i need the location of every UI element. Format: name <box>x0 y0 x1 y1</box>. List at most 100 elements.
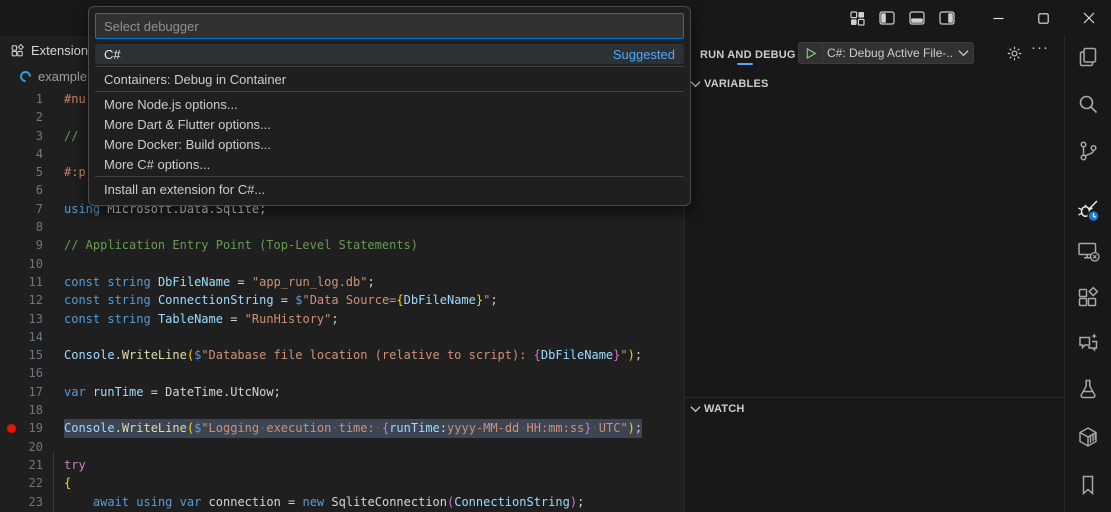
chevron-down-icon <box>690 81 701 88</box>
line-number[interactable]: 16 <box>0 364 43 382</box>
toggle-panel-button[interactable] <box>902 3 932 33</box>
quick-pick-separator <box>95 176 684 177</box>
code-line[interactable]: 20 <box>0 438 684 456</box>
line-number[interactable]: 13 <box>0 310 43 328</box>
toggle-primary-sidebar-button[interactable] <box>872 3 902 33</box>
code-line[interactable]: 15 Console.WriteLine($"Database file loca… <box>0 346 684 364</box>
section-label: VARIABLES <box>704 78 769 90</box>
activity-bar-item-search[interactable] <box>1076 92 1100 116</box>
code-line[interactable]: 23 await using var connection = new Sqli… <box>0 493 684 511</box>
search-icon <box>1079 95 1098 114</box>
debug-settings-gear-button[interactable] <box>1006 45 1024 63</box>
line-number[interactable]: 12 <box>0 291 43 309</box>
quick-pick-item[interactable]: More Dart & Flutter options... <box>95 114 684 134</box>
beaker-icon <box>1080 379 1096 399</box>
code-line-text: { <box>64 476 72 491</box>
code-line[interactable]: 12 const string ConnectionString = $"Data… <box>0 291 684 309</box>
code-line[interactable]: 14 <box>0 328 684 346</box>
quick-pick-item[interactable]: Install an extension for C#... <box>95 179 684 199</box>
quick-pick-item[interactable]: More C# options... <box>95 154 684 174</box>
bookmark-icon <box>1082 475 1094 496</box>
quick-pick-item[interactable]: More Docker: Build options... <box>95 134 684 154</box>
line-number[interactable]: 1 <box>0 90 43 108</box>
close-button[interactable] <box>1066 0 1111 36</box>
chat-sparkle-icon <box>1079 333 1098 352</box>
line-number[interactable]: 9 <box>0 236 43 254</box>
docker-container-icon <box>1079 427 1097 447</box>
code-line[interactable]: 8 <box>0 218 684 236</box>
quick-pick-panel: C# Suggested Containers: Debug in Containe… <box>88 6 691 206</box>
extensions-tab-icon <box>11 43 25 56</box>
toggle-secondary-sidebar-button[interactable] <box>932 3 962 33</box>
code-line[interactable]: 11 const string DbFileName = "app_run_log… <box>0 273 684 291</box>
code-line-text: // <box>64 128 79 143</box>
line-number[interactable]: 3 <box>0 127 43 145</box>
code-line[interactable]: 19 Console.WriteLine($"Logging·execution·… <box>0 419 684 438</box>
code-line[interactable]: 22 { <box>0 474 684 492</box>
select-debugger-input[interactable] <box>95 13 684 39</box>
customize-layout-button[interactable] <box>842 3 872 33</box>
suggested-badge: Suggested <box>612 46 675 62</box>
activity-bar-item-source-control[interactable] <box>1076 139 1100 163</box>
line-number[interactable]: 21 <box>0 456 43 474</box>
activity-bar-item-explorer[interactable] <box>1076 45 1100 69</box>
start-debugging-button[interactable] <box>799 43 823 63</box>
code-line-text: const string TableName = "RunHistory"; <box>64 311 339 326</box>
activity-bar-item-testing[interactable] <box>1076 377 1100 401</box>
code-line[interactable]: 18 <box>0 401 684 419</box>
line-number[interactable]: 17 <box>0 383 43 401</box>
line-number[interactable]: 14 <box>0 328 43 346</box>
more-actions-button[interactable]: ··· <box>1031 39 1049 56</box>
line-number[interactable]: 4 <box>0 145 43 163</box>
quick-pick-item[interactable]: Containers: Debug in Container <box>95 69 684 89</box>
breakpoint-indicator[interactable] <box>7 423 16 433</box>
line-number[interactable]: 23 <box>0 493 43 511</box>
code-line[interactable]: 17 var runTime = DateTime.UtcNow; <box>0 383 684 401</box>
sidebar-title: RUN AND DEBUG <box>700 49 796 61</box>
line-number[interactable]: 15 <box>0 346 43 364</box>
line-number[interactable]: 8 <box>0 218 43 236</box>
line-number[interactable]: 6 <box>0 181 43 199</box>
line-number[interactable]: 18 <box>0 401 43 419</box>
run-and-debug-icon <box>1078 200 1100 223</box>
quick-pick-item[interactable]: More Node.js options... <box>95 94 684 114</box>
activity-bar-item-run-and-debug[interactable] <box>1076 197 1100 223</box>
code-line[interactable]: 21 try <box>0 456 684 474</box>
code-line-text: // Application Entry Point (Top-Level St… <box>64 238 419 253</box>
variables-section-header[interactable]: VARIABLES <box>685 74 1064 94</box>
code-line[interactable]: 10 <box>0 255 684 273</box>
activity-bar-item-remote-explorer[interactable] <box>1076 239 1100 263</box>
maximize-button[interactable] <box>1021 0 1066 36</box>
activity-bar-item-chat[interactable] <box>1076 331 1100 355</box>
section-divider <box>685 397 1064 398</box>
line-number[interactable]: 11 <box>0 273 43 291</box>
watch-section-header[interactable]: WATCH <box>685 399 1064 419</box>
quick-pick-list: C# Suggested Containers: Debug in Containe… <box>95 44 684 199</box>
code-line-text: Console.WriteLine($"Database file locati… <box>64 348 643 363</box>
line-number[interactable]: 22 <box>0 474 43 492</box>
code-line[interactable]: 13 const string TableName = "RunHistory"; <box>0 310 684 328</box>
breadcrumb[interactable]: example <box>0 64 87 88</box>
code-line[interactable]: 9 // Application Entry Point (Top-Level S… <box>0 236 684 254</box>
line-number[interactable]: 5 <box>0 163 43 181</box>
activity-bar-item-docker[interactable] <box>1076 425 1100 449</box>
debug-config-label: C#: Debug Active File-... <box>827 46 953 60</box>
play-icon <box>806 47 817 59</box>
quick-pick-item-label: More Node.js options... <box>104 96 238 112</box>
activity-bar-item-extensions[interactable] <box>1076 285 1100 309</box>
line-number[interactable]: 7 <box>0 200 43 218</box>
layout-panel-icon <box>909 11 925 25</box>
line-number[interactable]: 10 <box>0 255 43 273</box>
breadcrumb-file-label: example <box>38 68 88 84</box>
code-line-text: const string ConnectionString = $"Data S… <box>64 293 498 308</box>
line-number[interactable]: 20 <box>0 438 43 456</box>
source-control-icon <box>1080 141 1097 161</box>
debug-config-dropdown[interactable]: C#: Debug Active File-... <box>798 42 974 64</box>
activity-bar-item-bookmarks[interactable] <box>1076 473 1100 497</box>
code-line[interactable]: 16 <box>0 364 684 382</box>
minimize-button[interactable] <box>976 0 1021 36</box>
quick-pick-item-label: More Dart & Flutter options... <box>104 116 271 132</box>
csharp-file-icon <box>17 68 34 84</box>
line-number[interactable]: 2 <box>0 108 43 126</box>
quick-pick-item[interactable]: C# Suggested <box>95 44 684 64</box>
